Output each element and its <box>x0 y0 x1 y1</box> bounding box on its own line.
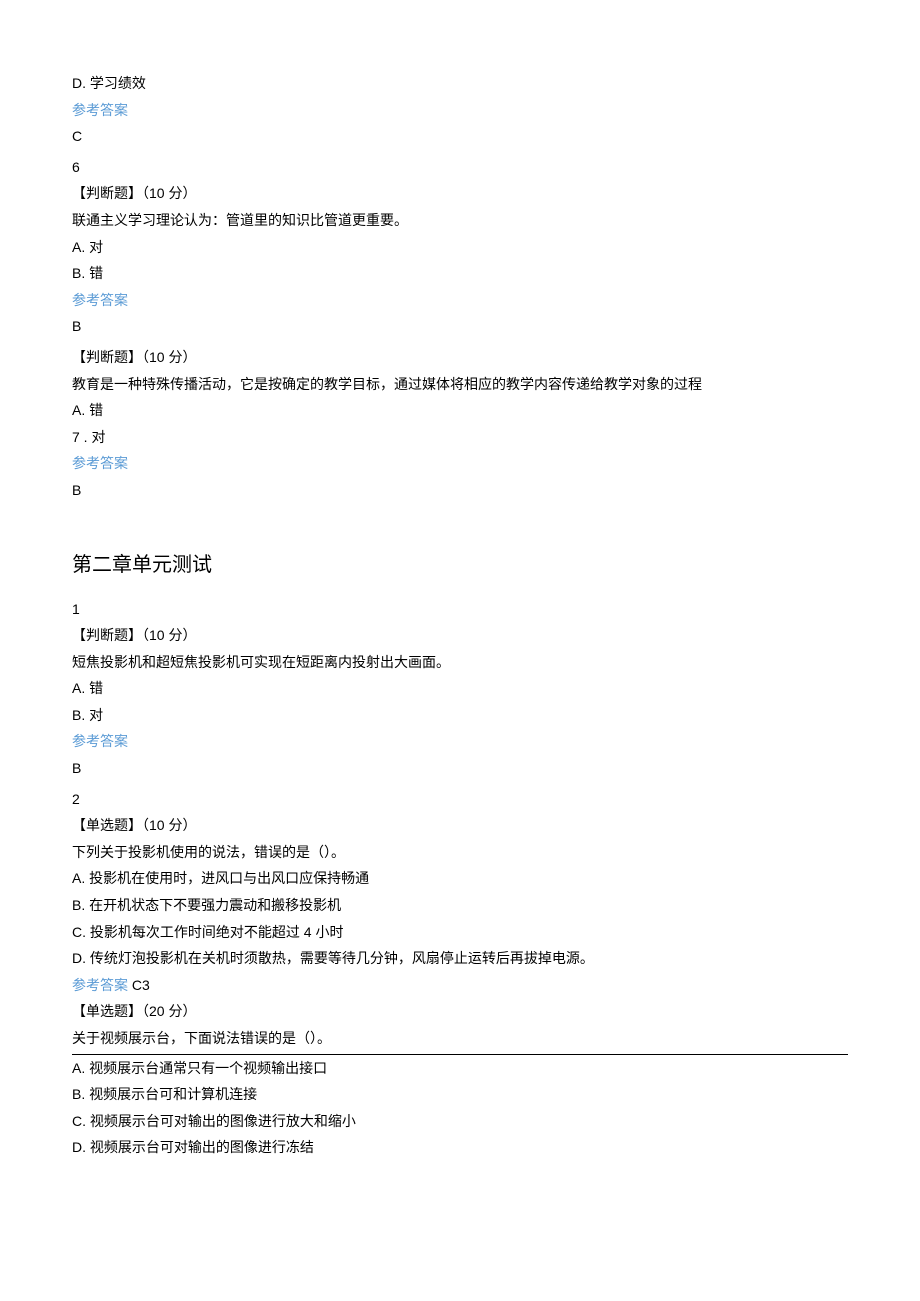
answer-text: B <box>72 477 848 504</box>
chapter-title: 第二章单元测试 <box>72 546 848 584</box>
answer-text: C3 <box>128 977 150 993</box>
option-d: D. 视频展示台可对输出的图像进行冻结 <box>72 1134 848 1161</box>
question-stem: 关于视频展示台，下面说法错误的是（）。 <box>72 1025 848 1055</box>
answer-text: C <box>72 123 848 150</box>
answer-label: 参考答案 <box>72 977 128 993</box>
option-b: B. 错 <box>72 260 848 287</box>
option-a: A. 投影机在使用时，进风口与出风口应保持畅通 <box>72 865 848 892</box>
answer-label: 参考答案 <box>72 287 848 314</box>
question-stem: 下列关于投影机使用的说法，错误的是（）。 <box>72 839 848 866</box>
question-type: 【判断题】（10 分） <box>72 622 848 649</box>
question-stem: 联通主义学习理论认为：管道里的知识比管道更重要。 <box>72 207 848 234</box>
option-d: D. 学习绩效 <box>72 70 848 97</box>
answer-label: 参考答案 <box>72 728 848 755</box>
question-type: 【单选题】（10 分） <box>72 812 848 839</box>
question-type: 【判断题】（10 分） <box>72 344 848 371</box>
question-number: 6 <box>72 154 848 181</box>
answer-label: 参考答案 <box>72 97 848 124</box>
answer-text: B <box>72 313 848 340</box>
option-b: 7 . 对 <box>72 424 848 451</box>
question-stem-row: 关于视频展示台，下面说法错误的是（）。 <box>72 1025 848 1055</box>
option-b: B. 视频展示台可和计算机连接 <box>72 1081 848 1108</box>
option-c: C. 投影机每次工作时间绝对不能超过 4 小时 <box>72 919 848 946</box>
question-type: 【单选题】（20 分） <box>72 998 848 1025</box>
option-a: A. 对 <box>72 234 848 261</box>
option-d: D. 传统灯泡投影机在关机时须散热，需要等待几分钟，风扇停止运转后再拔掉电源。 <box>72 945 848 972</box>
question-number: 1 <box>72 596 848 623</box>
answer-text: B <box>72 755 848 782</box>
option-b: B. 对 <box>72 702 848 729</box>
answer-label: 参考答案 <box>72 450 848 477</box>
question-stem: 短焦投影机和超短焦投影机可实现在短距离内投射出大画面。 <box>72 649 848 676</box>
option-b: B. 在开机状态下不要强力震动和搬移投影机 <box>72 892 848 919</box>
option-c: C. 视频展示台可对输出的图像进行放大和缩小 <box>72 1108 848 1135</box>
answer-line: 参考答案 C3 <box>72 972 848 999</box>
option-a: A. 错 <box>72 675 848 702</box>
question-stem: 教育是一种特殊传播活动，它是按确定的教学目标，通过媒体将相应的教学内容传递给教学… <box>72 371 848 398</box>
option-a: A. 错 <box>72 397 848 424</box>
question-type: 【判断题】（10 分） <box>72 180 848 207</box>
question-number: 2 <box>72 786 848 813</box>
option-a: A. 视频展示台通常只有一个视频输出接口 <box>72 1055 848 1082</box>
